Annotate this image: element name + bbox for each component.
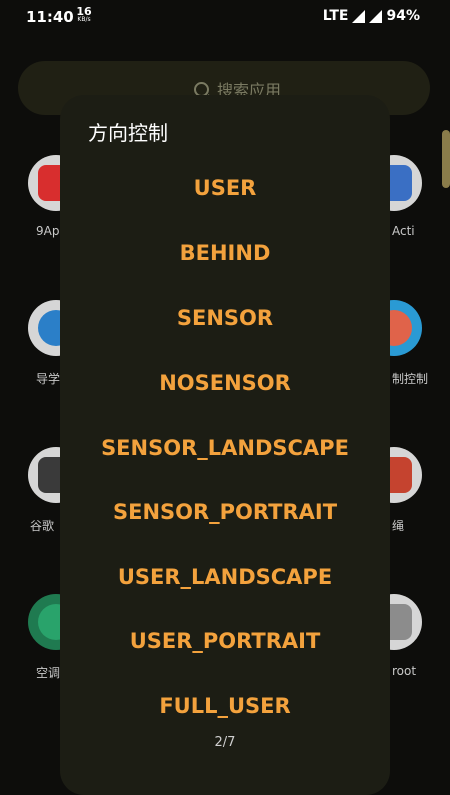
- option-nosensor[interactable]: NOSENSOR: [60, 351, 390, 415]
- clock: 11:40: [26, 8, 74, 26]
- option-full-user[interactable]: FULL_USER: [60, 674, 390, 738]
- app-label: Acti: [392, 224, 415, 238]
- option-sensor-landscape[interactable]: SENSOR_LANDSCAPE: [60, 416, 390, 480]
- dialog-title: 方向控制: [88, 121, 168, 145]
- app-label: root: [392, 664, 417, 678]
- option-behind[interactable]: BEHIND: [60, 221, 390, 285]
- option-sensor[interactable]: SENSOR: [60, 286, 390, 350]
- scrollbar[interactable]: [442, 130, 450, 188]
- orientation-dialog: 方向控制 USER BEHIND SENSOR NOSENSOR SENSOR_…: [60, 95, 390, 795]
- network-type: LTE: [322, 8, 349, 24]
- system-indicators: LTE 94%: [323, 8, 420, 24]
- status-bar: 11:40 16 KB/s LTE 94%: [0, 0, 450, 34]
- battery-level: 94%: [386, 8, 420, 24]
- app-label: 制控制: [392, 372, 429, 386]
- option-user[interactable]: USER: [60, 156, 390, 220]
- option-user-landscape[interactable]: USER_LANDSCAPE: [60, 545, 390, 609]
- option-sensor-portrait[interactable]: SENSOR_PORTRAIT: [60, 480, 390, 544]
- app-label: 谷歌: [30, 519, 55, 533]
- app-label: 绳: [392, 519, 405, 533]
- app-label: 9Ap: [36, 224, 60, 238]
- page-indicator: 2/7: [214, 735, 236, 750]
- signal-icon: [352, 9, 366, 23]
- signal-icon: [369, 9, 383, 23]
- app-label: 导学: [36, 372, 61, 386]
- network-speed: 16 KB/s: [74, 6, 94, 23]
- app-label: 空调: [36, 666, 61, 680]
- option-user-portrait[interactable]: USER_PORTRAIT: [60, 609, 390, 673]
